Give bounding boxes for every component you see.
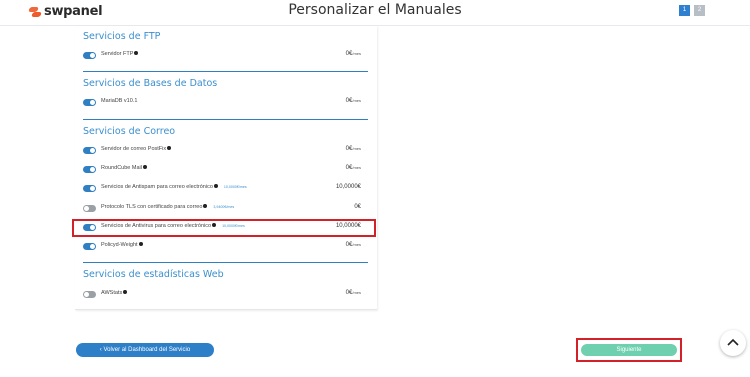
step-1[interactable]: 1 — [679, 5, 690, 16]
section-title-mail: Servicios de Correo — [83, 126, 176, 137]
service-label: Servidor FTP — [101, 50, 139, 57]
services-card: Servicios de FTP Servidor FTP 0€/mes Ser… — [75, 26, 377, 310]
service-row: AWStats 0€/mes — [83, 289, 369, 302]
service-price: 0€/mes — [345, 242, 361, 248]
monthly-price-link[interactable]: 10,0000€/mes — [224, 185, 247, 189]
toggle-switch[interactable] — [83, 243, 96, 250]
service-label: Policyd-Weight — [101, 241, 143, 248]
service-price: 0€/mes — [345, 98, 361, 104]
service-row: Policyd-Weight 0€/mes — [83, 241, 369, 254]
service-label: MariaDB v10.1 — [101, 98, 138, 104]
toggle-switch[interactable] — [83, 185, 96, 192]
service-price: 0€/mes — [345, 165, 361, 171]
step-2[interactable]: 2 — [694, 5, 705, 16]
service-price: 0€/mes — [345, 290, 361, 296]
step-indicator: 1 2 — [679, 5, 705, 16]
antivirus-highlight-box — [72, 219, 376, 237]
service-price: 0€/mes — [345, 146, 361, 152]
section-divider — [83, 119, 368, 120]
info-icon[interactable] — [123, 289, 128, 294]
monthly-price-link[interactable]: 3,9400€/mes — [213, 205, 234, 209]
next-highlight-box: Siguiente — [576, 338, 682, 362]
info-icon[interactable] — [167, 145, 172, 150]
toggle-switch[interactable] — [83, 205, 96, 212]
service-label: AWStats — [101, 289, 128, 296]
section-title-databases: Servicios de Bases de Datos — [83, 78, 218, 89]
info-icon[interactable] — [142, 164, 147, 169]
info-icon[interactable] — [138, 241, 143, 246]
back-to-dashboard-button[interactable]: ‹ Volver al Dashboard del Servicio — [76, 343, 214, 357]
section-divider — [83, 262, 368, 263]
info-icon[interactable] — [213, 183, 218, 188]
service-label: Servidor de correo PostFix — [101, 145, 172, 152]
service-row: MariaDB v10.1 0€/mes — [83, 98, 369, 110]
section-title-web-stats: Servicios de estadísticas Web — [83, 269, 224, 280]
toggle-switch[interactable] — [83, 52, 96, 59]
top-bar: swpanel Personalizar el Manuales 1 2 — [0, 0, 750, 26]
service-price: 0€ — [354, 204, 361, 210]
service-row: RoundCube Mail 0€/mes — [83, 164, 369, 177]
service-label: RoundCube Mail — [101, 164, 147, 171]
info-icon[interactable] — [203, 203, 208, 208]
page-title: Personalizar el Manuales — [288, 2, 462, 18]
toggle-switch[interactable] — [83, 291, 96, 298]
service-price: 0€/mes — [345, 51, 361, 57]
service-row: Servidor FTP 0€/mes — [83, 50, 369, 63]
info-icon[interactable] — [134, 50, 139, 55]
service-label: Protocolo TLS con certificado para corre… — [101, 203, 235, 210]
toggle-switch[interactable] — [83, 166, 96, 173]
section-divider — [83, 71, 368, 72]
scroll-to-top-button[interactable] — [720, 330, 746, 356]
service-row: Protocolo TLS con certificado para corre… — [83, 203, 369, 216]
service-row: Servicios de Antispam para correo electr… — [83, 183, 369, 196]
service-price: 10,0000€ — [335, 184, 361, 190]
service-label: Servicios de Antispam para correo electr… — [101, 183, 247, 190]
next-button[interactable]: Siguiente — [581, 344, 677, 356]
service-row: Servidor de correo PostFix 0€/mes — [83, 145, 369, 158]
toggle-switch[interactable] — [83, 99, 96, 106]
toggle-switch[interactable] — [83, 147, 96, 154]
section-title-ftp: Servicios de FTP — [83, 31, 161, 42]
chevron-up-icon — [727, 338, 739, 346]
